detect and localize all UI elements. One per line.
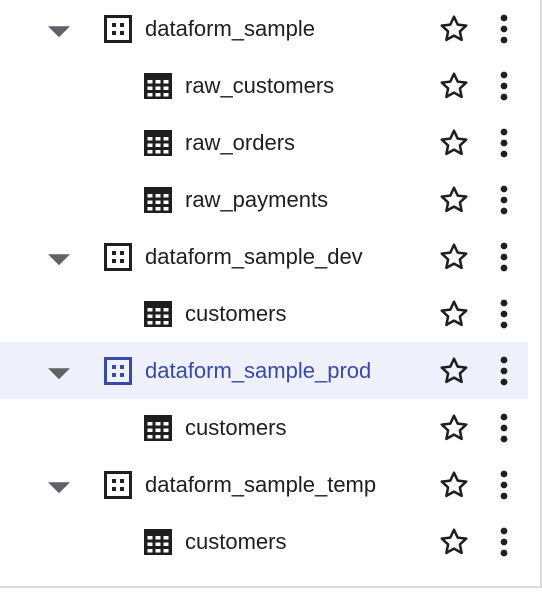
more-vert-icon[interactable] — [494, 413, 514, 443]
more-vert-icon[interactable] — [494, 299, 514, 329]
more-vert-icon[interactable] — [494, 14, 514, 44]
table-icon — [144, 186, 172, 213]
table-label: customers — [185, 301, 287, 326]
table-label: customers — [185, 415, 287, 440]
caret-down-icon[interactable] — [48, 481, 70, 493]
dataset-row[interactable]: dataform_sample_temp — [0, 456, 528, 513]
more-vert-icon[interactable] — [494, 185, 514, 215]
star-outline-icon[interactable] — [438, 298, 470, 330]
dataset-label: dataform_sample_temp — [145, 472, 377, 497]
dataset-icon — [104, 242, 132, 271]
star-outline-icon[interactable] — [438, 469, 470, 501]
more-vert-icon[interactable] — [494, 71, 514, 101]
more-vert-icon[interactable] — [494, 527, 514, 557]
table-label: raw_payments — [185, 187, 329, 212]
star-outline-icon[interactable] — [438, 127, 470, 159]
dataset-row[interactable]: dataform_sample_prod — [0, 342, 528, 399]
caret-down-icon[interactable] — [48, 253, 70, 265]
table-label: raw_orders — [185, 130, 296, 155]
star-outline-icon[interactable] — [438, 526, 470, 558]
table-icon — [144, 528, 172, 555]
dataset-icon — [104, 470, 132, 499]
dataset-label: dataform_sample_prod — [145, 358, 372, 383]
caret-down-icon[interactable] — [48, 367, 70, 379]
star-outline-icon[interactable] — [438, 70, 470, 102]
star-outline-icon[interactable] — [438, 184, 470, 216]
dataset-label: dataform_sample_dev — [145, 244, 363, 269]
star-outline-icon[interactable] — [438, 13, 470, 45]
table-row[interactable]: customers — [0, 513, 528, 570]
explorer-panel: dataform_sample raw_customers raw_ordersra… — [0, 0, 542, 592]
table-row[interactable]: raw_orders — [0, 114, 528, 171]
table-label: raw_customers — [185, 73, 335, 98]
dataset-row[interactable]: dataform_sample_dev — [0, 228, 528, 285]
star-outline-icon[interactable] — [438, 412, 470, 444]
caret-down-icon[interactable] — [48, 25, 70, 37]
table-label: customers — [185, 529, 287, 554]
more-vert-icon[interactable] — [494, 356, 514, 386]
dataset-icon — [104, 356, 132, 385]
table-row[interactable]: raw_payments — [0, 171, 528, 228]
star-outline-icon[interactable] — [438, 355, 470, 387]
table-row[interactable]: customers — [0, 285, 528, 342]
table-icon — [144, 129, 172, 156]
dataset-row[interactable]: dataform_sample — [0, 0, 528, 57]
table-icon — [144, 300, 172, 327]
dataset-icon — [104, 14, 132, 43]
table-icon — [144, 72, 172, 99]
more-vert-icon[interactable] — [494, 242, 514, 272]
bottom-divider — [0, 586, 542, 588]
more-vert-icon[interactable] — [494, 128, 514, 158]
table-row[interactable]: raw_customers — [0, 57, 528, 114]
table-icon — [144, 414, 172, 441]
star-outline-icon[interactable] — [438, 241, 470, 273]
resource-tree: dataform_sample raw_customers raw_ordersra… — [0, 0, 528, 570]
table-row[interactable]: customers — [0, 399, 528, 456]
dataset-label: dataform_sample — [145, 16, 315, 41]
more-vert-icon[interactable] — [494, 470, 514, 500]
